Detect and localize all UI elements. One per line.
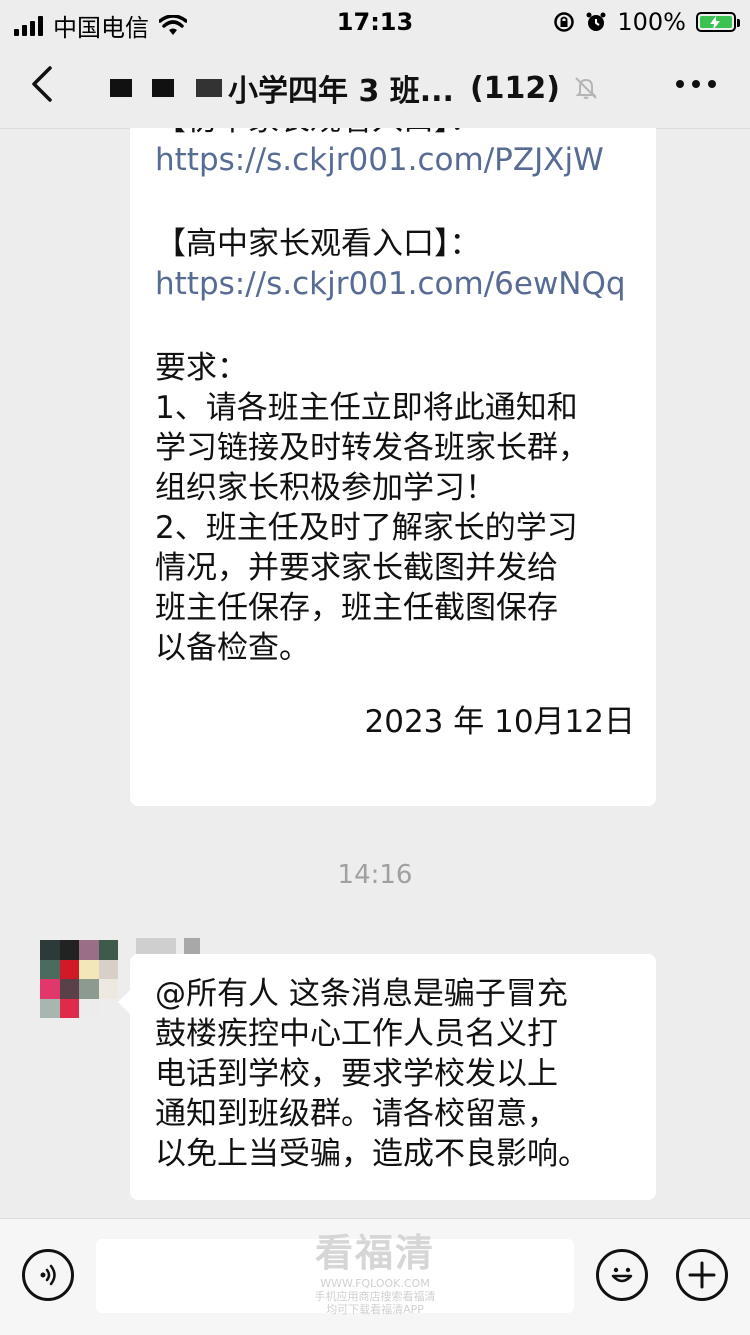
alarm-icon — [586, 12, 606, 31]
mute-bell-icon — [575, 77, 597, 99]
message-timestamp: 14:16 — [337, 860, 413, 890]
message-line: 2、班主任及时了解家长的学习 — [155, 510, 578, 546]
group-name: 小学四年 3 班... — [228, 74, 454, 109]
voice-button[interactable] — [22, 1249, 74, 1301]
emoji-icon — [611, 1267, 633, 1283]
message-bubble[interactable]: @所有人 这条消息是骗子冒充 鼓楼疾控中心工作人员名义打 电话到学校，要求学校发… — [130, 954, 656, 1200]
message-line: 组织家长积极参加学习！ — [155, 470, 496, 506]
message-line: 学习链接及时转发各班家长群， — [155, 430, 589, 466]
battery-percent: 100% — [617, 8, 686, 36]
message-line: 以备检查。 — [155, 630, 310, 666]
message-line: 要求： — [155, 350, 248, 386]
message-list[interactable]: 【初中家长观看入口】： https://s.ckjr001.com/PZJXjW… — [0, 128, 750, 1218]
back-icon[interactable] — [28, 64, 58, 104]
message-line: 以免上当受骗，造成不良影响。 — [155, 1136, 589, 1172]
message-line: 情况，并要求家长截图并发给 — [155, 550, 558, 586]
message-line: 通知到班级群。请各校留意， — [155, 1096, 558, 1132]
input-bar — [0, 1218, 750, 1335]
parent-link-high-school[interactable]: https://s.ckjr001.com/6ewNQq — [155, 264, 635, 304]
member-count: (112) — [469, 70, 560, 106]
redacted-name — [110, 79, 132, 97]
redacted-name — [152, 79, 174, 97]
message-bubble[interactable]: 【初中家长观看入口】： https://s.ckjr001.com/PZJXjW… — [130, 128, 656, 806]
bubble-tail — [118, 990, 130, 1014]
emoji-button[interactable] — [596, 1249, 648, 1301]
message-line: 电话到学校，要求学校发以上 — [155, 1056, 558, 1092]
parent-link-middle-school[interactable]: https://s.ckjr001.com/PZJXjW — [155, 140, 635, 180]
message-date: 2023 年 10月12日 — [364, 704, 636, 740]
message-line: 1、请各班主任立即将此通知和 — [155, 390, 578, 426]
redacted-name — [196, 79, 222, 97]
more-options-icon[interactable] — [676, 80, 716, 88]
message-line: 【初中家长观看入口】： — [155, 128, 635, 140]
avatar[interactable] — [40, 940, 118, 1018]
plus-icon — [688, 1261, 716, 1289]
message-line: @所有人 这条消息是骗子冒充 — [155, 976, 568, 1012]
battery-icon — [696, 12, 740, 32]
message-line: 班主任保存，班主任截图保存 — [155, 590, 558, 626]
voice-icon — [40, 1264, 56, 1286]
message-input[interactable] — [96, 1239, 574, 1313]
message-line: 鼓楼疾控中心工作人员名义打 — [155, 1016, 558, 1052]
status-bar: 中国电信 17:13 100% — [0, 0, 750, 44]
rotation-lock-icon — [554, 12, 575, 32]
chat-title: 小学四年 3 班... (112) — [110, 68, 630, 109]
message-line: 【高中家长观看入口】： — [155, 226, 481, 262]
chat-header: 小学四年 3 班... (112) — [0, 44, 750, 129]
more-functions-button[interactable] — [676, 1249, 728, 1301]
